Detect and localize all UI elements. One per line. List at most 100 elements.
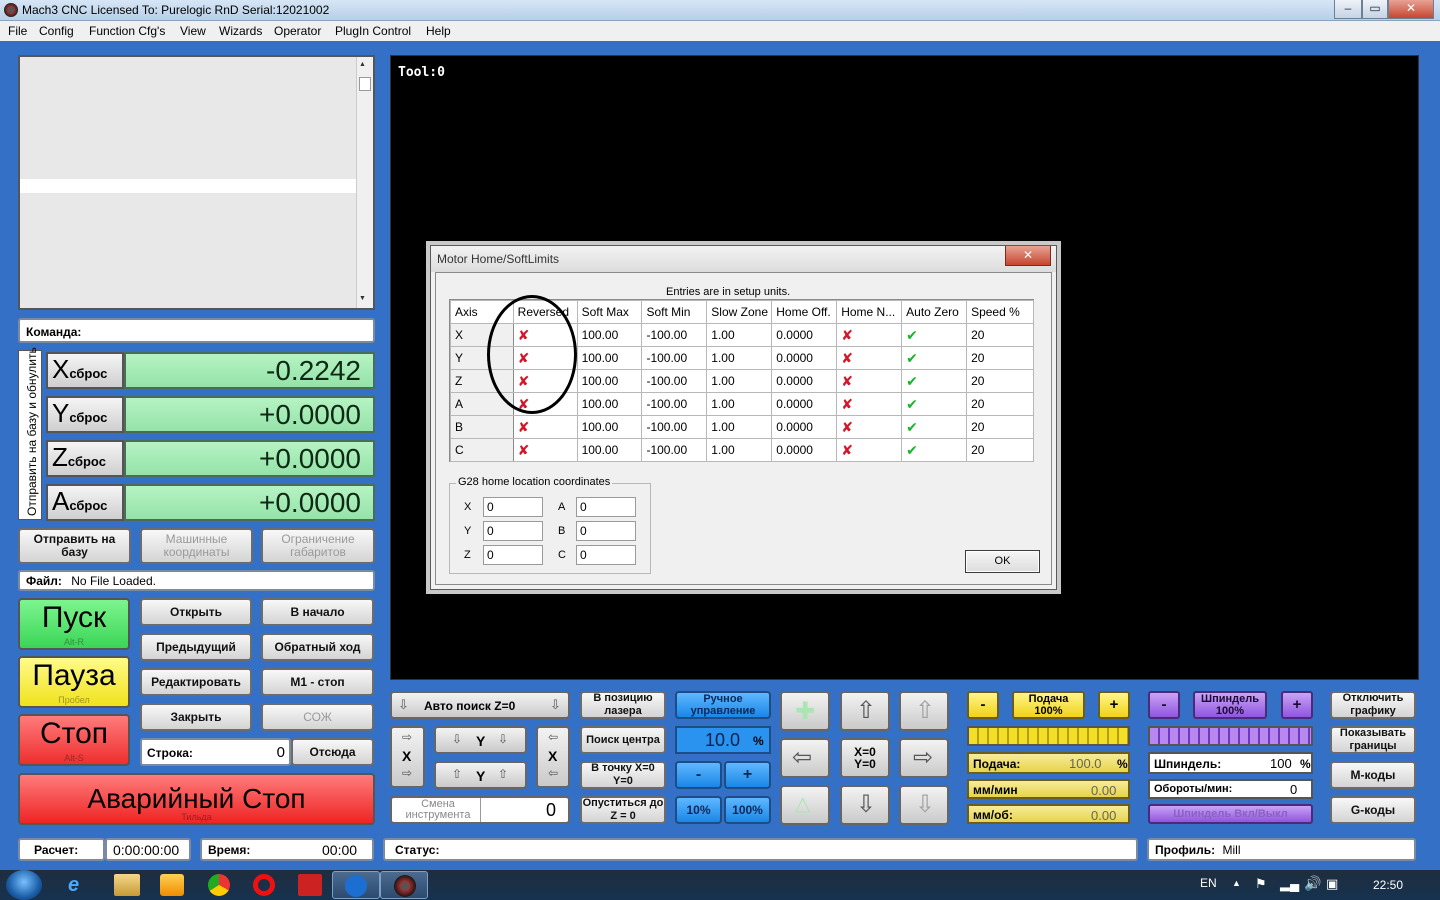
menu-file[interactable]: File — [8, 24, 27, 38]
scroll-down-icon[interactable]: ▼ — [359, 295, 366, 302]
menu-operator[interactable]: Operator — [274, 24, 321, 38]
column-header[interactable]: Soft Max — [576, 300, 643, 324]
column-header[interactable]: Home N... — [836, 300, 903, 324]
find-center-button[interactable]: Поиск центра — [580, 726, 666, 754]
maximize-button[interactable]: ▭ — [1362, 0, 1388, 19]
toggle-graphics-button[interactable]: Отключить графику — [1330, 691, 1416, 719]
show-hidden-icons[interactable]: ▲ — [1232, 878, 1241, 888]
auto-zero-toggle[interactable]: ✔ — [901, 323, 968, 347]
auto-zero-toggle[interactable]: ✔ — [901, 346, 968, 370]
speed-cell[interactable]: 20 — [966, 323, 1034, 347]
spindle-reset-button[interactable]: Шпиндель 100% — [1193, 691, 1267, 719]
feed-plus-button[interactable]: + — [1098, 691, 1130, 719]
jog-x-right-button[interactable]: ⇨ — [899, 738, 949, 778]
volume-icon[interactable]: 🔊 — [1304, 875, 1321, 892]
goto-xy-zero-button[interactable]: В точку X=0 Y=0 — [580, 761, 666, 789]
emergency-stop-button[interactable]: Аварийный Стоп Тильда — [18, 773, 375, 825]
tool-number[interactable]: 0 — [546, 800, 556, 821]
clock[interactable]: 22:50 — [1373, 878, 1403, 892]
opera-icon[interactable] — [253, 874, 275, 896]
jog-y-minus-button[interactable]: ⇩ Y ⇩ — [434, 726, 527, 754]
close-gcode-button[interactable]: Закрыть — [140, 703, 252, 731]
lower-to-z-zero-button[interactable]: Опуститься до Z = 0 — [580, 796, 666, 824]
soft-min-cell[interactable]: -100.00 — [641, 346, 708, 370]
soft-limits-button[interactable]: Ограничение габаритов — [261, 528, 375, 564]
jog-z-plus-button[interactable]: ✚ — [780, 691, 830, 731]
speed-cell[interactable]: 20 — [966, 346, 1034, 370]
soft-min-cell[interactable]: -100.00 — [641, 415, 708, 439]
jog-z-up-button[interactable]: ⇧ — [899, 691, 949, 731]
stop-button[interactable]: Стоп Alt-S — [18, 714, 130, 766]
column-header[interactable]: Soft Min — [641, 300, 708, 324]
rewind-button[interactable]: В начало — [261, 598, 374, 626]
jog-y-down-button[interactable]: ⇩ — [840, 785, 890, 825]
speed-cell[interactable]: 20 — [966, 415, 1034, 439]
gcode-list[interactable]: ▲ ▼ — [18, 55, 375, 310]
g28-y-input[interactable]: 0 — [483, 521, 543, 541]
soft-min-cell[interactable]: -100.00 — [641, 369, 708, 393]
ref-home-button[interactable]: Отправить на базу — [18, 528, 131, 564]
scroll-thumb[interactable] — [359, 77, 371, 91]
zero-z-button[interactable]: Zсброс — [46, 440, 124, 477]
minimize-button[interactable]: ‒ — [1334, 0, 1362, 19]
spindle-plus-button[interactable]: + — [1281, 691, 1313, 719]
close-button[interactable]: ✕ — [1388, 0, 1434, 19]
jog-x-left-button[interactable]: ⇦ — [780, 738, 830, 778]
power-icon[interactable]: ▣ — [1326, 876, 1338, 892]
single-block-button[interactable]: Предыдущий — [140, 633, 252, 661]
zero-x-button[interactable]: Xсброс — [46, 352, 124, 389]
a-dro[interactable]: +0.0000 — [124, 484, 375, 521]
soft-max-cell[interactable]: 100.00 — [576, 392, 643, 416]
dialog-close-button[interactable]: ✕ — [1005, 246, 1051, 266]
feed-override-bar[interactable] — [967, 726, 1130, 746]
menu-help[interactable]: Help — [426, 24, 451, 38]
media-player-icon[interactable] — [160, 874, 184, 896]
g28-z-input[interactable]: 0 — [483, 545, 543, 565]
show-bounds-button[interactable]: Показывать границы — [1330, 726, 1416, 754]
cycle-start-button[interactable]: Пуск Alt-R — [18, 598, 130, 650]
jog-x-plus-button[interactable]: ⇦ X ⇦ — [536, 726, 570, 788]
m1-optional-stop-button[interactable]: М1 - стоп — [261, 668, 374, 696]
feed-minus-button[interactable]: - — [967, 691, 999, 719]
soft-max-cell[interactable]: 100.00 — [576, 438, 643, 462]
speed-cell[interactable]: 20 — [966, 438, 1034, 462]
home-offset-cell[interactable]: 0.0000 — [771, 415, 838, 439]
line-value[interactable]: 0 — [277, 744, 285, 761]
open-gcode-button[interactable]: Открыть — [140, 598, 252, 626]
auto-zero-toggle[interactable]: ✔ — [901, 369, 968, 393]
z-dro[interactable]: +0.0000 — [124, 440, 375, 477]
jog-z-down-button[interactable]: ⇩ — [899, 785, 949, 825]
menu-wizards[interactable]: Wizards — [219, 24, 262, 38]
start-orb-icon[interactable] — [6, 870, 42, 900]
g-codes-button[interactable]: G-коды — [1330, 796, 1416, 824]
action-center-flag-icon[interactable]: ⚑ — [1255, 876, 1267, 892]
slow-zone-cell[interactable]: 1.00 — [706, 346, 773, 370]
slow-zone-cell[interactable]: 1.00 — [706, 392, 773, 416]
line-field[interactable]: Строка: 0 — [140, 738, 291, 766]
spindle-override-bar[interactable] — [1148, 726, 1313, 746]
manual-jog-button[interactable]: Ручное управление — [675, 691, 771, 719]
soft-max-cell[interactable]: 100.00 — [576, 346, 643, 370]
jog-y-up-button[interactable]: ⇧ — [840, 691, 890, 731]
scroll-up-icon[interactable]: ▲ — [359, 61, 366, 68]
home-neg-toggle[interactable]: ✘ — [836, 323, 903, 347]
g28-a-input[interactable]: 0 — [576, 497, 636, 517]
slow-zone-cell[interactable]: 1.00 — [706, 415, 773, 439]
slow-zone-cell[interactable]: 1.00 — [706, 323, 773, 347]
home-neg-toggle[interactable]: ✘ — [836, 346, 903, 370]
speed-cell[interactable]: 20 — [966, 392, 1034, 416]
tool-change-field[interactable]: Смена инструмента 0 — [390, 796, 570, 824]
jog-x-minus-button[interactable]: ⇨ X ⇨ — [390, 726, 425, 788]
menu-plugin-control[interactable]: PlugIn Control — [335, 24, 411, 38]
auto-zero-toggle[interactable]: ✔ — [901, 415, 968, 439]
column-header[interactable]: Speed % — [966, 300, 1034, 324]
spindle-toggle-button[interactable]: Шпиндель Вкл/Выкл — [1148, 804, 1313, 824]
laser-position-button[interactable]: В позицию лазера — [580, 691, 666, 719]
reverse-run-button[interactable]: Обратный ход — [261, 633, 374, 661]
zero-xy-button[interactable]: X=0 Y=0 — [840, 738, 890, 778]
g28-c-input[interactable]: 0 — [576, 545, 636, 565]
reversed-toggle[interactable]: ✘ — [512, 438, 578, 462]
auto-zero-toggle[interactable]: ✔ — [901, 438, 968, 462]
edit-gcode-button[interactable]: Редактировать — [140, 668, 252, 696]
spindle-minus-button[interactable]: - — [1148, 691, 1180, 719]
